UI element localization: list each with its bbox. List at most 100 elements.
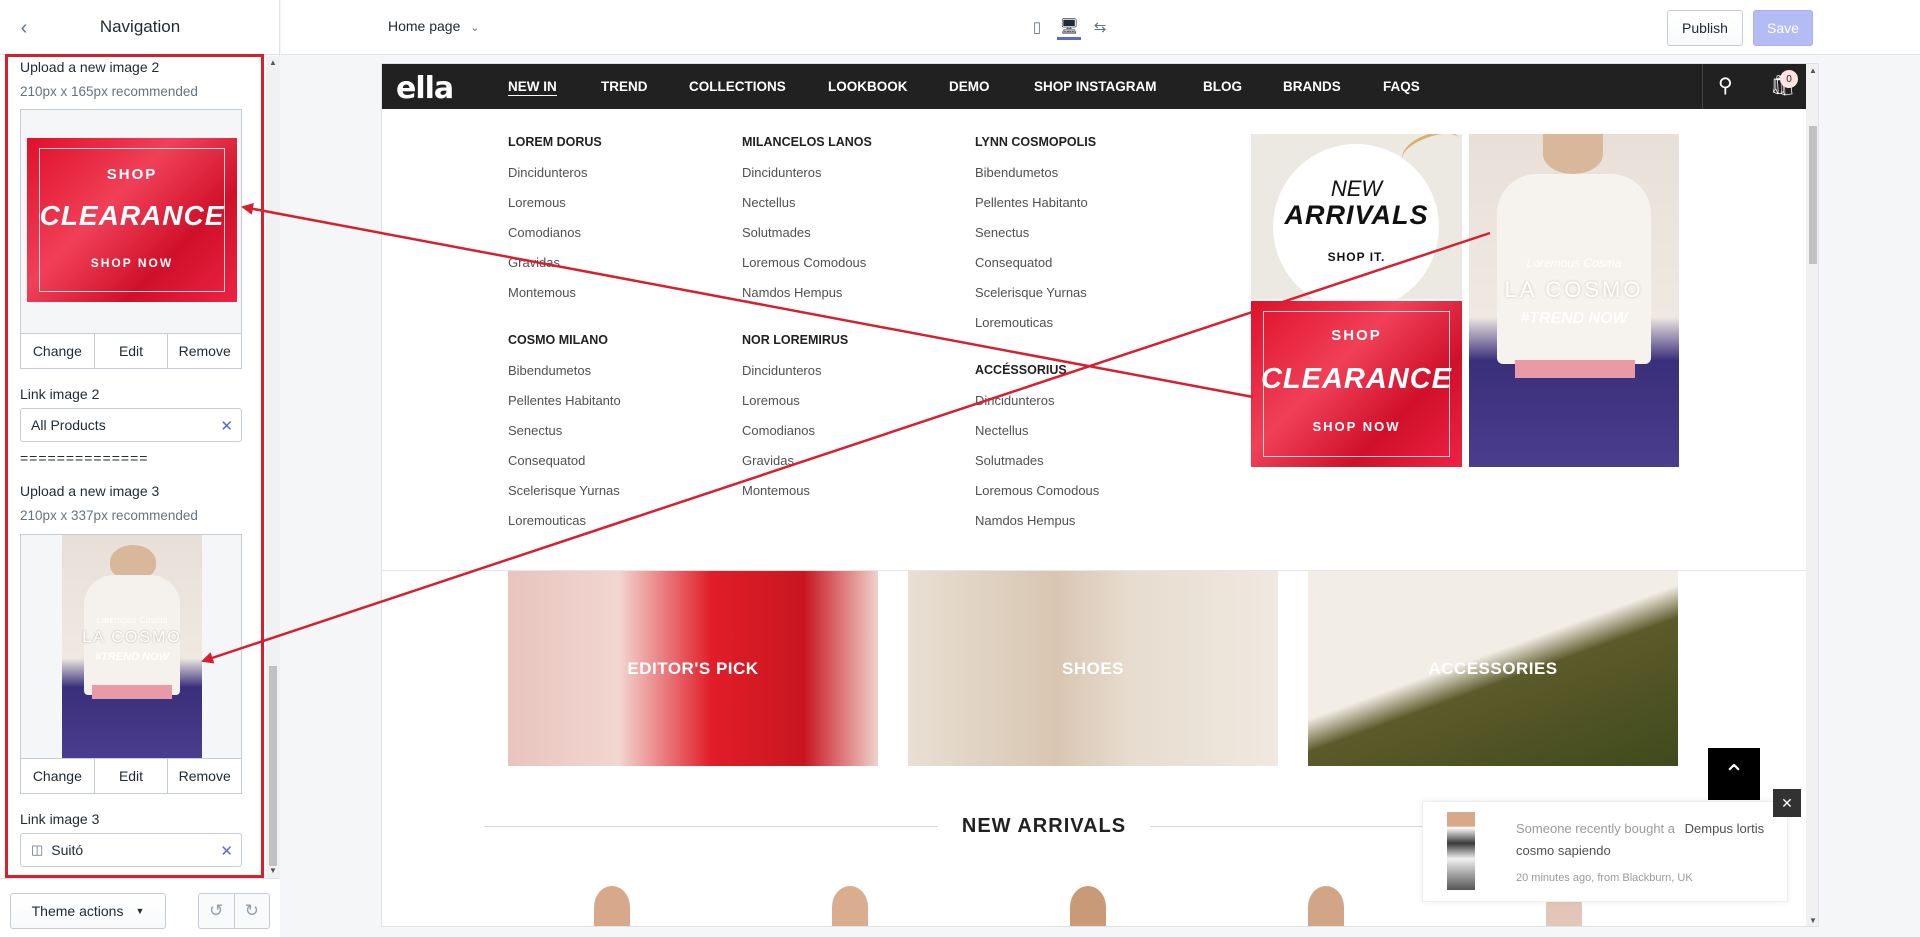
scroll-down-arrow-icon[interactable]: ▼ <box>1809 916 1817 925</box>
menu-link[interactable]: Nectellus <box>742 195 795 210</box>
menu-link[interactable]: Loremous <box>742 393 800 408</box>
menu-heading[interactable]: COSMO MILANO <box>508 333 608 347</box>
change-image-2-button[interactable]: Change <box>21 334 95 368</box>
product-thumb[interactable] <box>1070 886 1106 926</box>
menu-heading[interactable]: LOREM DORUS <box>508 135 602 149</box>
sidebar-header: ‹ Navigation <box>0 0 280 55</box>
category-shoes[interactable]: SHOES <box>908 571 1278 766</box>
publish-button[interactable]: Publish <box>1667 10 1743 46</box>
theme-actions-button[interactable]: Theme actions ▼ <box>10 893 166 929</box>
menu-link[interactable]: Dincidunteros <box>742 363 822 378</box>
menu-link[interactable]: Comodianos <box>742 423 815 438</box>
search-icon[interactable]: ⚲ <box>1718 73 1733 98</box>
menu-link[interactable]: Montemous <box>742 483 810 498</box>
menu-link[interactable]: Dincidunteros <box>975 393 1055 408</box>
notification-close-icon[interactable]: ✕ <box>1773 789 1801 817</box>
category-accessories[interactable]: ACCESSORIES <box>1308 571 1678 766</box>
menu-heading[interactable]: NOR LOREMIRUS <box>742 333 848 347</box>
image-2-preview[interactable]: SHOP CLEARANCE SHOP NOW <box>20 109 242 333</box>
menu-link[interactable]: Comodianos <box>508 225 581 240</box>
store-logo[interactable]: ella <box>396 71 454 106</box>
menu-link[interactable]: Solutmades <box>742 225 811 240</box>
menu-link[interactable]: Scelerisque Yurnas <box>975 285 1087 300</box>
edit-image-3-button[interactable]: Edit <box>95 759 169 793</box>
menu-heading[interactable]: ACCÉSSORIUS <box>975 363 1067 377</box>
redo-icon[interactable]: ↻ <box>235 894 270 928</box>
link-image-3-field[interactable]: ◫ Suitó ✕ <box>20 833 242 867</box>
menu-heading[interactable]: MILANCELOS LANOS <box>742 135 872 149</box>
menu-link[interactable]: Dincidunteros <box>508 165 588 180</box>
nav-lookbook[interactable]: LOOKBOOK <box>828 79 908 94</box>
product-thumb[interactable] <box>1308 886 1344 926</box>
nav-demo[interactable]: DEMO <box>949 79 990 94</box>
promo-la-cosmo[interactable]: Loremous Cosma LA COSMO #TREND NOW <box>1469 134 1679 467</box>
change-image-3-button[interactable]: Change <box>21 759 95 793</box>
model-belt-shape <box>92 685 172 699</box>
menu-link[interactable]: Loremous <box>508 195 566 210</box>
menu-link[interactable]: Consequatod <box>508 453 585 468</box>
save-button[interactable]: Save <box>1753 10 1813 46</box>
menu-link[interactable]: Namdos Hempus <box>742 285 842 300</box>
undo-icon[interactable]: ↺ <box>199 894 235 928</box>
promo-new-arrivals[interactable]: NEW ARRIVALS SHOP IT. <box>1251 134 1462 299</box>
clear-link-2-icon[interactable]: ✕ <box>220 417 233 435</box>
model-face-shape <box>1543 134 1603 174</box>
menu-link[interactable]: Pellentes Habitanto <box>975 195 1088 210</box>
scroll-up-arrow-icon[interactable]: ▲ <box>269 58 277 67</box>
menu-link[interactable]: Nectellus <box>975 423 1028 438</box>
menu-link[interactable]: Pellentes Habitanto <box>508 393 621 408</box>
menu-link[interactable]: Dincidunteros <box>742 165 822 180</box>
menu-link[interactable]: Loremouticas <box>975 315 1053 330</box>
preview-scrollbar[interactable]: ▲ ▼ <box>1806 64 1818 926</box>
cart-count-badge: 0 <box>1780 70 1798 88</box>
menu-link[interactable]: Loremouticas <box>508 513 586 528</box>
remove-image-2-button[interactable]: Remove <box>168 334 241 368</box>
promo-cosmo-small: Loremous Cosma <box>1526 256 1622 270</box>
preview-scroll-thumb[interactable] <box>1809 126 1817 264</box>
product-thumb[interactable] <box>594 886 630 926</box>
category-editors-pick[interactable]: EDITOR'S PICK <box>508 571 878 766</box>
nav-brands[interactable]: BRANDS <box>1283 79 1341 94</box>
nav-blog[interactable]: BLOG <box>1203 79 1242 94</box>
page-selector[interactable]: Home page ⌄ <box>388 18 480 34</box>
nav-shop-instagram[interactable]: SHOP INSTAGRAM <box>1034 79 1157 94</box>
menu-link[interactable]: Senectus <box>975 225 1029 240</box>
menu-link[interactable]: Namdos Hempus <box>975 513 1075 528</box>
nav-faqs[interactable]: FAQS <box>1383 79 1420 94</box>
menu-link[interactable]: Loremous Comodous <box>742 255 866 270</box>
upload-image-2-label: Upload a new image 2 <box>20 59 160 75</box>
image-3-preview[interactable]: Loremous Cosma LA COSMO #TREND NOW <box>20 534 242 758</box>
sidebar-scrollbar[interactable]: ▲ ▼ <box>266 56 280 878</box>
nav-trend[interactable]: TREND <box>601 79 648 94</box>
back-chevron-icon[interactable]: ‹ <box>12 16 36 40</box>
sidebar-title: Navigation <box>99 17 181 36</box>
menu-link[interactable]: Bibendumetos <box>508 363 591 378</box>
mobile-view-icon[interactable]: ▯ <box>1025 14 1049 40</box>
menu-link[interactable]: Montemous <box>508 285 576 300</box>
menu-link[interactable]: Consequatod <box>975 255 1052 270</box>
menu-link[interactable]: Scelerisque Yurnas <box>508 483 620 498</box>
link-image-2-field[interactable]: All Products ✕ <box>20 408 242 442</box>
scroll-down-arrow-icon[interactable]: ▼ <box>269 866 277 875</box>
fullscreen-view-icon[interactable]: ⇆ <box>1088 14 1112 40</box>
nav-new-in[interactable]: NEW IN <box>508 79 557 96</box>
scroll-up-arrow-icon[interactable]: ▲ <box>1809 66 1817 75</box>
product-thumb[interactable] <box>832 886 868 926</box>
remove-image-3-button[interactable]: Remove <box>168 759 241 793</box>
purchase-notification[interactable]: Someone recently bought a Dempus lortis … <box>1422 801 1788 902</box>
desktop-view-icon[interactable]: 🖥 <box>1057 14 1081 40</box>
menu-link[interactable]: Bibendumetos <box>975 165 1058 180</box>
edit-image-2-button[interactable]: Edit <box>95 334 169 368</box>
menu-link[interactable]: Gravidas <box>508 255 560 270</box>
back-to-top-button[interactable]: ⌃ <box>1708 748 1760 800</box>
menu-link[interactable]: Senectus <box>508 423 562 438</box>
menu-link[interactable]: Loremous Comodous <box>975 483 1099 498</box>
sidebar-scroll-thumb[interactable] <box>269 666 277 866</box>
clear-link-3-icon[interactable]: ✕ <box>220 842 233 860</box>
nav-collections[interactable]: COLLECTIONS <box>689 79 786 94</box>
menu-link[interactable]: Gravidas <box>742 453 794 468</box>
promo-clearance[interactable]: SHOP CLEARANCE SHOP NOW <box>1251 301 1462 467</box>
menu-link[interactable]: Solutmades <box>975 453 1044 468</box>
promo-cosmo-title: LA COSMO <box>1504 277 1644 302</box>
menu-heading[interactable]: LYNN COSMOPOLIS <box>975 135 1096 149</box>
